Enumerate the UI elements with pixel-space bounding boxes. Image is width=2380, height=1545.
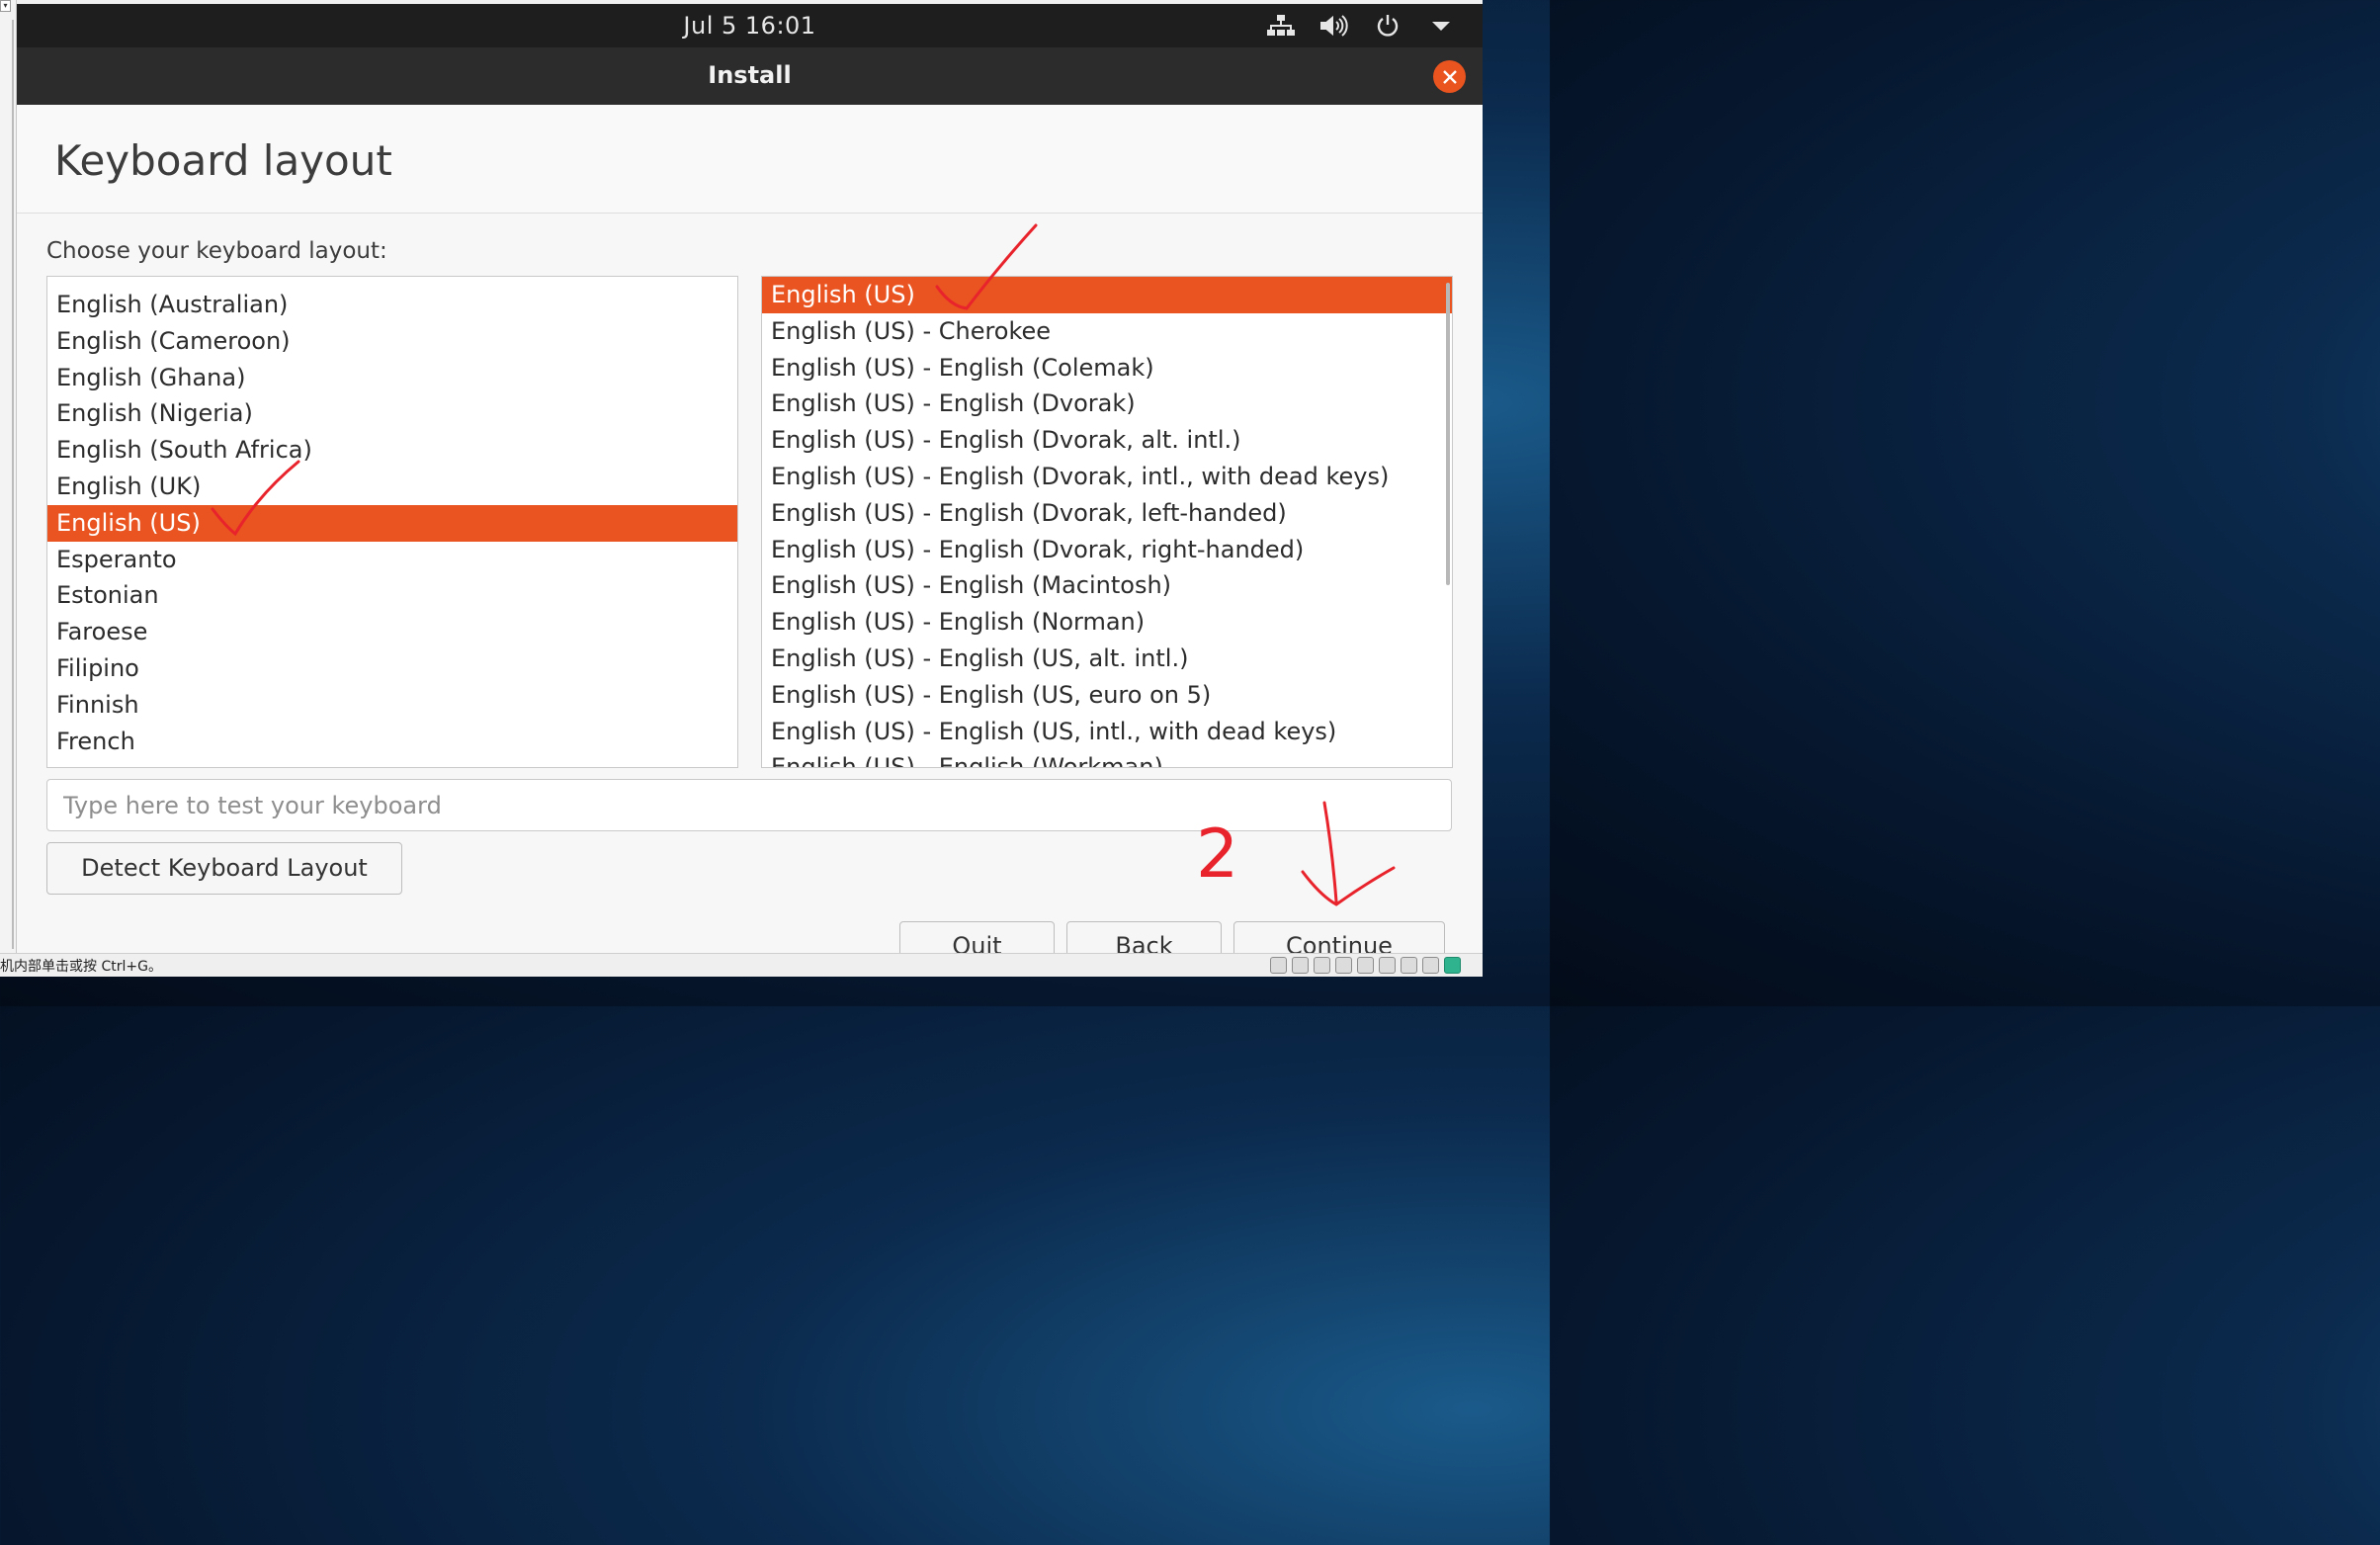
variant-list-item[interactable]: English (US) - English (Dvorak, right-ha… <box>762 532 1452 568</box>
layout-list-item[interactable]: English (South Africa) <box>47 432 737 469</box>
menu-arrow-icon[interactable] <box>1425 12 1457 40</box>
volume-icon[interactable] <box>1318 12 1350 40</box>
page-title: Keyboard layout <box>54 136 392 185</box>
host-status-bar: 机内部单击或按 Ctrl+G。 <box>0 953 1483 977</box>
variant-list-item[interactable]: English (US) - English (US, intl., with … <box>762 714 1452 750</box>
layout-list-item[interactable]: English (Australian) <box>47 287 737 323</box>
clock[interactable]: Jul 5 16:01 <box>17 12 1483 40</box>
variant-list-item[interactable]: English (US) - English (Dvorak, intl., w… <box>762 459 1452 495</box>
record-icon[interactable] <box>1401 957 1417 974</box>
variant-list-item[interactable]: English (US) - Cherokee <box>762 313 1452 350</box>
layout-list-item[interactable]: Esperanto <box>47 542 737 578</box>
page-header: Keyboard layout <box>17 105 1483 214</box>
variant-list-scrollbar[interactable] <box>1446 283 1450 585</box>
layout-prompt-label: Choose your keyboard layout: <box>46 238 387 264</box>
variant-list-item[interactable]: English (US) - English (Colemak) <box>762 350 1452 386</box>
network-adapter-icon[interactable] <box>1314 957 1330 974</box>
variant-list-item[interactable]: English (US) - English (Dvorak, left-han… <box>762 495 1452 532</box>
variant-list[interactable]: English (US) English (US) - Cherokee Engli… <box>761 276 1453 768</box>
layout-list-item[interactable]: Finnish <box>47 687 737 724</box>
host-collapse-button[interactable]: ▾ <box>0 0 11 12</box>
printer-icon[interactable] <box>1335 957 1352 974</box>
network-icon[interactable] <box>1265 12 1297 40</box>
audio-icon[interactable] <box>1422 957 1439 974</box>
layout-list-item[interactable]: Estonian <box>47 577 737 614</box>
back-button[interactable]: Back <box>1066 921 1222 953</box>
layout-list-item[interactable]: French <box>47 724 737 760</box>
disk-icon[interactable] <box>1270 957 1287 974</box>
variant-list-item[interactable]: English (US) - English (Workman) <box>762 749 1452 767</box>
keyboard-test-input[interactable] <box>46 779 1452 831</box>
variant-list-item[interactable]: English (US) - English (Macintosh) <box>762 567 1452 604</box>
layout-list-item[interactable]: English (US) <box>47 504 737 542</box>
continue-button[interactable]: Continue <box>1233 921 1445 953</box>
top-bar: Jul 5 16:01 <box>17 4 1483 47</box>
usb-icon[interactable] <box>1357 957 1374 974</box>
host-status-message: 机内部单击或按 Ctrl+G。 <box>0 959 162 975</box>
layout-list-item[interactable]: English (Cameroon) <box>47 323 737 360</box>
host-left-panel: ▾ <box>0 0 17 954</box>
layout-list-item[interactable]: Filipino <box>47 650 737 687</box>
variant-list-item[interactable]: English (US) - English (US, euro on 5) <box>762 677 1452 714</box>
layout-list-item[interactable]: English (Nigeria) <box>47 395 737 432</box>
variant-list-item[interactable]: English (US) - English (Norman) <box>762 604 1452 641</box>
variant-list-item[interactable]: English (US) - English (US, alt. intl.) <box>762 641 1452 677</box>
variant-list-item[interactable]: English (US) <box>762 277 1452 313</box>
power-icon[interactable] <box>1372 12 1403 40</box>
list-item-partial[interactable] <box>47 277 737 287</box>
detect-keyboard-layout-button[interactable]: Detect Keyboard Layout <box>46 842 402 895</box>
host-status-icons <box>1270 957 1461 974</box>
host-left-scrollbar[interactable] <box>12 20 14 949</box>
host-key-icon[interactable] <box>1444 957 1461 974</box>
close-button[interactable] <box>1433 60 1466 93</box>
variant-list-item[interactable]: English (US) - English (Dvorak, alt. int… <box>762 422 1452 459</box>
optical-drive-icon[interactable] <box>1292 957 1309 974</box>
layout-list-item[interactable]: English (Ghana) <box>47 360 737 396</box>
installer-window: Keyboard layout Choose your keyboard lay… <box>17 105 1483 953</box>
close-icon <box>1442 69 1457 84</box>
window-title: Install <box>708 61 792 89</box>
layout-list-item[interactable]: English (UK) <box>47 469 737 505</box>
shared-folder-icon[interactable] <box>1379 957 1396 974</box>
quit-button[interactable]: Quit <box>899 921 1055 953</box>
layout-list-item[interactable]: Faroese <box>47 614 737 650</box>
layout-list[interactable]: English (Australian) English (Cameroon) En… <box>46 276 738 768</box>
system-tray[interactable] <box>1265 12 1457 40</box>
window-titlebar: Install <box>17 47 1483 105</box>
variant-list-item[interactable]: English (US) - English (Dvorak) <box>762 386 1452 422</box>
